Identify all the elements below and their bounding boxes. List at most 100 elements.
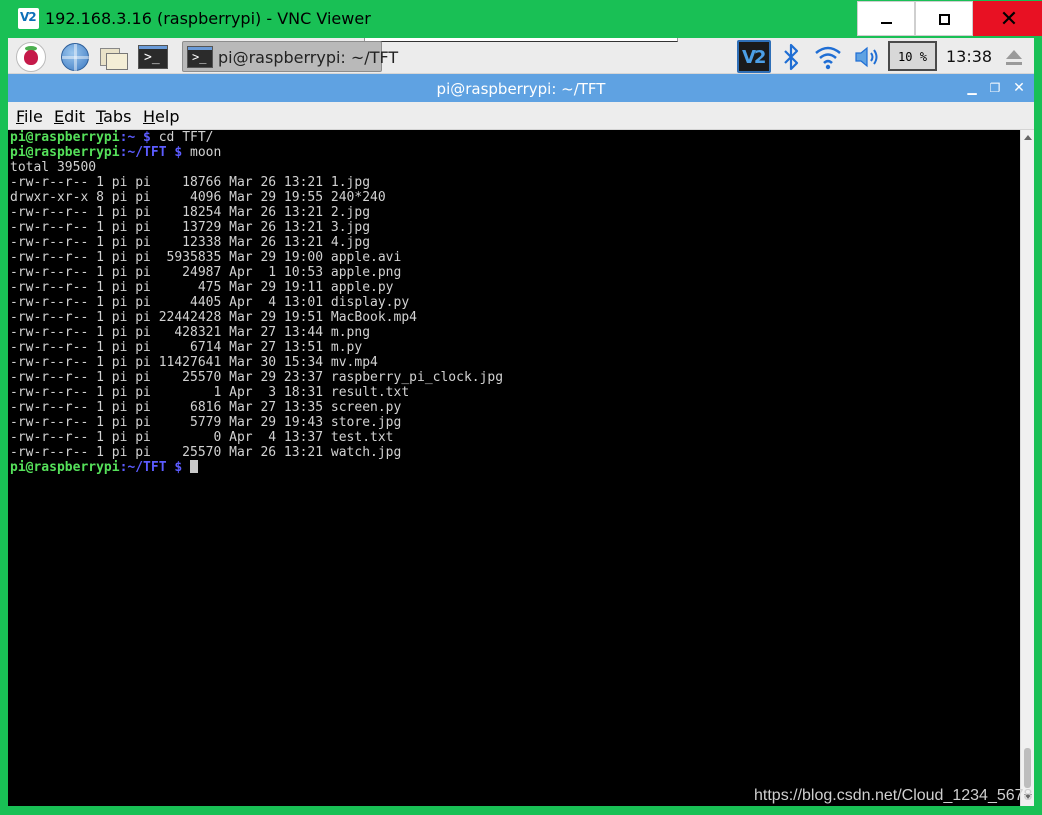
folder-front-icon bbox=[106, 53, 128, 70]
output-text: -rw-r--r-- 1 pi pi 6714 Mar 27 13:51 m.p… bbox=[10, 340, 363, 355]
terminal-close-icon[interactable]: ✕ bbox=[1009, 78, 1029, 98]
terminal-scrollbar[interactable] bbox=[1020, 130, 1034, 806]
bluetooth-icon[interactable] bbox=[779, 42, 803, 72]
menu-edit-label: dit bbox=[64, 107, 85, 126]
scroll-up-arrow-icon[interactable] bbox=[1024, 135, 1032, 140]
terminal-line: pi@raspberrypi:~/TFT $ bbox=[10, 460, 503, 475]
output-text: -rw-r--r-- 1 pi pi 5779 Mar 29 19:43 sto… bbox=[10, 415, 402, 430]
terminal-line: -rw-r--r-- 1 pi pi 1 Apr 3 18:31 result.… bbox=[10, 385, 503, 400]
clock[interactable]: 13:38 bbox=[946, 47, 992, 66]
watermark: https://blog.csdn.net/Cloud_1234_5678 bbox=[754, 787, 1033, 804]
prompt-user: pi@raspberrypi bbox=[10, 145, 120, 160]
output-text: -rw-r--r-- 1 pi pi 1 Apr 3 18:31 result.… bbox=[10, 385, 410, 400]
close-button[interactable]: ✕ bbox=[973, 1, 1042, 36]
terminal-line: -rw-r--r-- 1 pi pi 11427641 Mar 30 15:34… bbox=[10, 355, 503, 370]
menu-tabs[interactable]: Tabs bbox=[96, 107, 131, 126]
terminal-icon: >_ bbox=[187, 46, 213, 68]
output-text: -rw-r--r-- 1 pi pi 11427641 Mar 30 15:34… bbox=[10, 355, 378, 370]
output-text: total 39500 bbox=[10, 160, 97, 175]
output-text: -rw-r--r-- 1 pi pi 428321 Mar 27 13:44 m… bbox=[10, 325, 371, 340]
command-text bbox=[182, 460, 190, 475]
vnc-titlebar[interactable]: V2 192.168.3.16 (raspberrypi) - VNC View… bbox=[0, 0, 1042, 38]
output-text: -rw-r--r-- 1 pi pi 22442428 Mar 29 19:51… bbox=[10, 310, 417, 325]
menu-edit[interactable]: Edit bbox=[54, 107, 85, 126]
vnc-logo-text: V2 bbox=[20, 10, 37, 24]
prompt-path: :~/TFT $ bbox=[119, 460, 183, 475]
bluetooth-glyph bbox=[784, 43, 799, 71]
menu-file-mnemonic: F bbox=[16, 107, 25, 126]
output-text: -rw-r--r-- 1 pi pi 0 Apr 4 13:37 test.tx… bbox=[10, 430, 394, 445]
output-text: -rw-r--r-- 1 pi pi 4405 Apr 4 13:01 disp… bbox=[10, 295, 410, 310]
wifi-glyph bbox=[815, 46, 841, 70]
minimize-button[interactable] bbox=[857, 1, 915, 36]
output-text: -rw-r--r-- 1 pi pi 6816 Mar 27 13:35 scr… bbox=[10, 400, 402, 415]
terminal-line: -rw-r--r-- 1 pi pi 13729 Mar 26 13:21 3.… bbox=[10, 220, 503, 235]
panel-tooltip-strip bbox=[364, 38, 678, 42]
web-browser-icon[interactable] bbox=[60, 42, 90, 72]
globe-icon bbox=[61, 43, 89, 71]
terminal-line: -rw-r--r-- 1 pi pi 25570 Mar 26 13:21 wa… bbox=[10, 445, 503, 460]
maximize-button[interactable] bbox=[915, 1, 973, 36]
minimize-icon bbox=[881, 22, 892, 24]
raspberry-icon bbox=[24, 50, 38, 65]
volume-icon[interactable] bbox=[853, 44, 883, 70]
terminal-titlebar[interactable]: pi@raspberrypi: ~/TFT ▁ ❐ ✕ bbox=[8, 74, 1034, 102]
terminal-cursor bbox=[190, 460, 199, 473]
terminal-line: -rw-r--r-- 1 pi pi 18766 Mar 26 13:21 1.… bbox=[10, 175, 503, 190]
raspberry-pi-taskbar: >_ >_ pi@raspberrypi: ~/TFT V2 10 % 13:3… bbox=[8, 38, 1034, 74]
terminal-menubar: File Edit Tabs Help bbox=[8, 102, 1034, 130]
prompt-path: :~/TFT $ bbox=[119, 145, 183, 160]
command-text: moon bbox=[182, 145, 222, 160]
terminal-lines: pi@raspberrypi:~ $ cd TFT/pi@raspberrypi… bbox=[10, 130, 503, 475]
terminal-line: -rw-r--r-- 1 pi pi 5779 Mar 29 19:43 sto… bbox=[10, 415, 503, 430]
terminal-minimize-icon[interactable]: ▁ bbox=[962, 78, 982, 98]
menu-file-label: ile bbox=[24, 107, 43, 126]
taskbar-item-label: pi@raspberrypi: ~/TFT bbox=[218, 48, 399, 67]
output-text: -rw-r--r-- 1 pi pi 13729 Mar 26 13:21 3.… bbox=[10, 220, 371, 235]
terminal-line: pi@raspberrypi:~ $ cd TFT/ bbox=[10, 130, 503, 145]
terminal-line: -rw-r--r-- 1 pi pi 475 Mar 29 19:11 appl… bbox=[10, 280, 503, 295]
volume-glyph bbox=[855, 46, 878, 68]
vnc-logo-icon: V2 bbox=[18, 8, 39, 29]
output-text: -rw-r--r-- 1 pi pi 475 Mar 29 19:11 appl… bbox=[10, 280, 394, 295]
vnc-server-icon-text: V2 bbox=[742, 47, 767, 68]
scrollbar-thumb[interactable] bbox=[1024, 748, 1031, 788]
terminal-icon: >_ bbox=[138, 45, 168, 69]
file-manager-icon[interactable] bbox=[98, 42, 128, 72]
taskbar-terminal-button[interactable]: >_ pi@raspberrypi: ~/TFT bbox=[182, 41, 398, 72]
terminal-launcher-icon[interactable]: >_ bbox=[138, 42, 168, 72]
menu-file[interactable]: File bbox=[16, 107, 43, 126]
terminal-line: total 39500 bbox=[10, 160, 503, 175]
output-text: -rw-r--r-- 1 pi pi 25570 Mar 29 23:37 ra… bbox=[10, 370, 504, 385]
vnc-window-title: 192.168.3.16 (raspberrypi) - VNC Viewer bbox=[45, 9, 371, 28]
vnc-server-icon[interactable]: V2 bbox=[737, 40, 771, 73]
prompt-path: :~ $ bbox=[119, 130, 151, 145]
raspberry-menu-icon[interactable] bbox=[16, 42, 46, 72]
output-text: -rw-r--r-- 1 pi pi 12338 Mar 26 13:21 4.… bbox=[10, 235, 371, 250]
menu-edit-mnemonic: E bbox=[54, 107, 65, 126]
prompt-user: pi@raspberrypi bbox=[10, 130, 120, 145]
terminal-line: -rw-r--r-- 1 pi pi 24987 Apr 1 10:53 app… bbox=[10, 265, 503, 280]
terminal-line: -rw-r--r-- 1 pi pi 18254 Mar 26 13:21 2.… bbox=[10, 205, 503, 220]
terminal-line: -rw-r--r-- 1 pi pi 6816 Mar 27 13:35 scr… bbox=[10, 400, 503, 415]
output-text: -rw-r--r-- 1 pi pi 18766 Mar 26 13:21 1.… bbox=[10, 175, 371, 190]
terminal-output[interactable]: pi@raspberrypi:~ $ cd TFT/pi@raspberrypi… bbox=[8, 130, 1020, 806]
output-text: -rw-r--r-- 1 pi pi 25570 Mar 26 13:21 wa… bbox=[10, 445, 402, 460]
terminal-line: -rw-r--r-- 1 pi pi 4405 Apr 4 13:01 disp… bbox=[10, 295, 503, 310]
output-text: drwxr-xr-x 8 pi pi 4096 Mar 29 19:55 240… bbox=[10, 190, 386, 205]
terminal-line: -rw-r--r-- 1 pi pi 22442428 Mar 29 19:51… bbox=[10, 310, 503, 325]
menu-tabs-label: abs bbox=[103, 107, 132, 126]
prompt-user: pi@raspberrypi bbox=[10, 460, 120, 475]
cpu-usage-text: 10 % bbox=[898, 50, 927, 64]
eject-icon[interactable] bbox=[1003, 47, 1025, 67]
terminal-line: drwxr-xr-x 8 pi pi 4096 Mar 29 19:55 240… bbox=[10, 190, 503, 205]
terminal-line: -rw-r--r-- 1 pi pi 25570 Mar 29 23:37 ra… bbox=[10, 370, 503, 385]
cpu-usage-monitor[interactable]: 10 % bbox=[888, 41, 937, 71]
terminal-maximize-icon[interactable]: ❐ bbox=[985, 78, 1005, 98]
terminal-line: -rw-r--r-- 1 pi pi 0 Apr 4 13:37 test.tx… bbox=[10, 430, 503, 445]
menu-help[interactable]: Help bbox=[143, 107, 179, 126]
maximize-icon bbox=[939, 14, 950, 25]
terminal-line: -rw-r--r-- 1 pi pi 6714 Mar 27 13:51 m.p… bbox=[10, 340, 503, 355]
terminal-line: pi@raspberrypi:~/TFT $ moon bbox=[10, 145, 503, 160]
wifi-icon[interactable] bbox=[813, 43, 843, 71]
